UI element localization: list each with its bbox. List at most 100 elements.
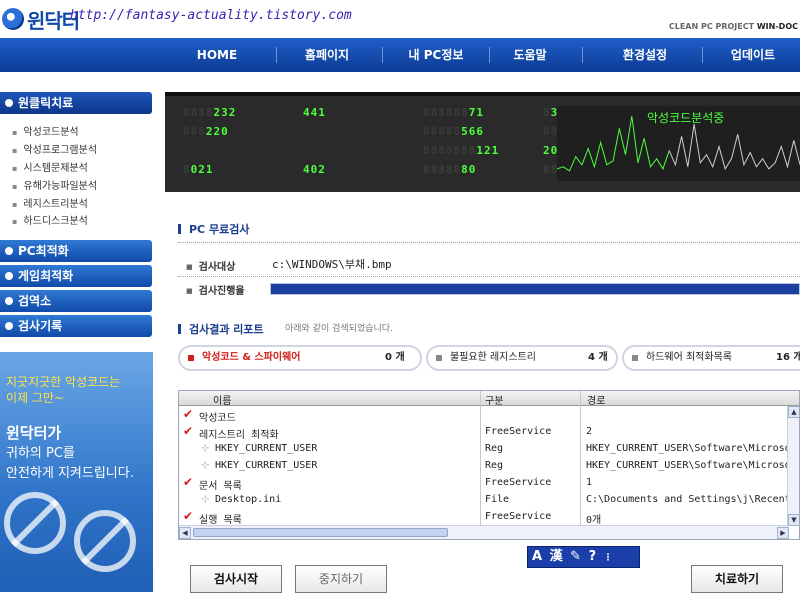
led-digit-on: 220 [205,125,229,138]
row-check-icon: ✔ [183,475,194,489]
row-check-icon: ✔ [183,424,194,438]
table-row[interactable]: ⊹ Desktop.ini File C:\Documents and Setting… [179,492,789,509]
ime-tools-icon[interactable]: ✎ [570,549,581,564]
sidebar-item-malprogram-analysis[interactable]: 악성프로그램분석 [12,141,97,156]
sidebar-item-malware-analysis[interactable]: 악성코드분석 [12,123,78,138]
row-type: FreeService [485,426,552,437]
row-path: C:\Documents and Settings\j\Recent [586,494,789,505]
table-row[interactable]: ⊹ HKEY_CURRENT_USER Reg HKEY_CURRENT_USER\S… [179,441,789,458]
scroll-left-icon[interactable]: ◀ [179,527,191,539]
nav-tab-update[interactable]: 업데이트 [722,38,784,72]
table-row[interactable]: ✔ 악성코드 [179,407,789,424]
results-subtitle: 아래와 같이 검색되었습니다. [285,324,393,334]
table-row[interactable]: ⊹ HKEY_CURRENT_USER Reg HKEY_CURRENT_USER\S… [179,458,789,475]
promo-banner[interactable]: 지긋지긋한 악성코드는 이제 그만~ 윈닥터가 귀하의 PC를 안전하게 지켜드… [0,352,153,592]
tree-connector-icon: ⊹ [201,460,210,471]
sidebar-section-one-click[interactable]: 원클릭치료 [0,92,152,114]
scan-progress-label: 검사진행율 [186,282,245,297]
row-name: HKEY_CURRENT_USER [215,460,318,471]
sidebar: 원클릭치료 악성코드분석 악성프로그램분석 시스템문제분석 유해가능파일분석 레… [0,72,160,600]
row-type: FreeService [485,511,552,522]
summary-registry[interactable]: 불필요한 레지스트리 4 개 [426,345,618,371]
sidebar-section-scan-history[interactable]: 검사기록 [0,315,152,337]
scroll-right-icon[interactable]: ▶ [777,527,789,539]
logo-icon [2,8,24,30]
summary-registry-label: 불필요한 레지스트리 [450,352,536,363]
nav-tab-settings[interactable]: 환경설정 [614,38,676,72]
led-digit-on: 121 [476,144,500,157]
led-digit-group: 8888232 [183,106,236,119]
main-nav: HOME 홈페이지 내 PC정보 도움말 환경설정 업데이트 [0,38,800,72]
row-check-icon: ✔ [183,407,194,421]
promo-line: 지긋지긋한 악성코드는 [6,375,121,389]
table-row[interactable]: ✔ 문서 목록 FreeService 1 [179,475,789,492]
summary-hardware[interactable]: 하드웨어 최적화목록 16 개 [622,345,800,371]
stop-scan-button[interactable]: 중지하기 [295,565,387,593]
nav-divider [582,47,583,63]
scan-monitor: 8888232441888888718345888220888885668888… [165,92,800,192]
tree-connector-icon: ⊹ [201,494,210,505]
promo-line: 귀하의 PC를 [6,446,75,461]
table-row[interactable]: ✔ 실행 목록 FreeService 0개 [179,509,789,526]
nav-tab-homepage[interactable]: 홈페이지 [293,38,361,72]
vertical-scrollbar[interactable]: ▲ ▼ [787,406,799,526]
led-digit-on: 441 [303,106,326,119]
sidebar-section-pc-optimize[interactable]: PC최적화 [0,240,152,262]
promo-text: 귀하의 PC를 안전하게 지켜드립니다. [6,444,134,484]
ime-mode-indicator[interactable]: A [532,549,542,564]
scan-target-value: c:\WINDOWS\부채.bmp [272,258,392,271]
led-digit-group: 88888871 [423,106,484,119]
led-digit-group: 441 [303,106,326,119]
led-digit-group: 888220 [183,125,229,138]
sidebar-item-harmful-file-analysis[interactable]: 유해가능파일분석 [12,177,97,192]
summary-hardware-label: 하드웨어 최적화목록 [646,352,732,363]
section-title-free-scan: PC 무료검사 [178,221,249,237]
ime-hanja-button[interactable]: 漢 [550,549,563,564]
led-digit-group: 8021 [183,163,214,176]
activity-graph: 악성코드분석중 [556,106,800,181]
column-header-path[interactable]: 경로 [587,392,605,407]
scan-progress-fill [271,284,799,294]
row-name: 실행 목록 [199,515,242,526]
promo-line: 안전하게 지켜드립니다. [6,466,134,481]
ime-menu-icon[interactable]: ⋮ [604,553,613,563]
treat-button[interactable]: 치료하기 [691,565,783,593]
nav-tab-home[interactable]: HOME [188,38,246,72]
ime-help-icon[interactable]: ? [589,549,597,564]
ime-toolbar[interactable]: A 漢 ✎ ? ⋮ [527,546,640,568]
column-header-type[interactable]: 구분 [485,392,503,407]
led-digit-off: 888888 [423,106,469,119]
column-header-name[interactable]: 이름 [213,392,231,407]
sidebar-item-registry-analysis[interactable]: 레지스트리분석 [12,195,87,210]
blog-url-watermark: http://fantasy-actuality.tistory.com [70,8,352,23]
sidebar-item-system-analysis[interactable]: 시스템문제분석 [12,159,87,174]
project-name: WIN-DOC [756,22,798,31]
nav-divider [382,47,383,63]
sidebar-item-disk-analysis[interactable]: 하드디스크분석 [12,212,87,227]
summary-malware[interactable]: 악성코드 & 스파이웨어 0 개 [178,345,422,371]
led-digit-off: 8888 [183,106,214,119]
nav-tab-help[interactable]: 도움말 [505,38,555,72]
table-row[interactable]: ✔ 레지스트리 최적화 FreeService 2 [179,424,789,441]
horizontal-scrollbar[interactable]: ◀ ▶ [179,525,789,539]
scroll-up-icon[interactable]: ▲ [788,406,799,418]
divider [178,276,800,277]
logo[interactable]: 윈닥터 [2,0,80,38]
led-digit-off: 888 [183,125,206,138]
row-type: FreeService [485,477,552,488]
scan-progress-bar [270,283,800,295]
led-digit-off: 8888888 [423,144,477,157]
row-name: Desktop.ini [215,494,282,505]
sidebar-section-game-optimize[interactable]: 게임최적화 [0,265,152,287]
nav-tab-my-pc-info[interactable]: 내 PC정보 [398,38,474,72]
scroll-down-icon[interactable]: ▼ [788,514,799,526]
table-header: 이름 구분 경로 [179,391,799,407]
section-title-results: 검사결과 리포트 [178,321,264,337]
led-digit-group: 8888880 [423,163,476,176]
row-type: Reg [485,460,504,471]
horizontal-scroll-thumb[interactable] [193,528,448,537]
start-scan-button[interactable]: 검사시작 [190,565,282,593]
nav-divider [489,47,490,63]
led-digit-on: 021 [190,163,214,176]
sidebar-section-quarantine[interactable]: 검역소 [0,290,152,312]
